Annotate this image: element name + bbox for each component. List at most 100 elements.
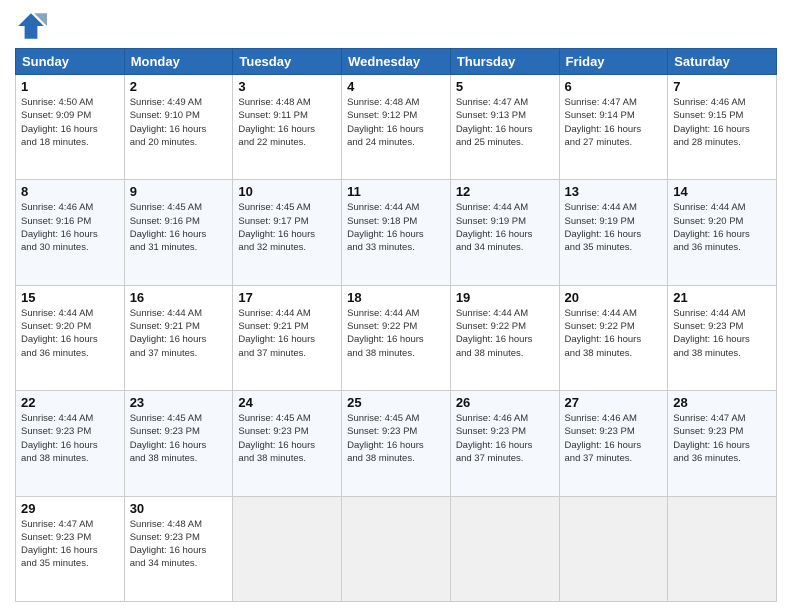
day-info: Sunrise: 4:44 AM Sunset: 9:21 PM Dayligh… (238, 307, 336, 360)
day-number: 20 (565, 290, 663, 305)
day-info: Sunrise: 4:44 AM Sunset: 9:22 PM Dayligh… (347, 307, 445, 360)
calendar-day-cell: 13 Sunrise: 4:44 AM Sunset: 9:19 PM Dayli… (559, 180, 668, 285)
calendar-day-cell (233, 496, 342, 601)
calendar-header-row: SundayMondayTuesdayWednesdayThursdayFrid… (16, 49, 777, 75)
day-info: Sunrise: 4:44 AM Sunset: 9:20 PM Dayligh… (21, 307, 119, 360)
calendar-day-header: Saturday (668, 49, 777, 75)
calendar-day-cell (559, 496, 668, 601)
day-number: 29 (21, 501, 119, 516)
day-number: 18 (347, 290, 445, 305)
day-info: Sunrise: 4:46 AM Sunset: 9:23 PM Dayligh… (565, 412, 663, 465)
day-number: 9 (130, 184, 228, 199)
day-info: Sunrise: 4:44 AM Sunset: 9:21 PM Dayligh… (130, 307, 228, 360)
calendar-day-cell: 7Sunrise: 4:46 AM Sunset: 9:15 PM Daylig… (668, 75, 777, 180)
calendar-day-cell: 15Sunrise: 4:44 AM Sunset: 9:20 PM Dayli… (16, 285, 125, 390)
page: SundayMondayTuesdayWednesdayThursdayFrid… (0, 0, 792, 612)
day-info: Sunrise: 4:47 AM Sunset: 9:23 PM Dayligh… (21, 518, 119, 571)
calendar-week-row: 22 Sunrise: 4:44 AM Sunset: 9:23 PM Dayli… (16, 391, 777, 496)
day-number: 2 (130, 79, 228, 94)
day-info: Sunrise: 4:44 AM Sunset: 9:19 PM Dayligh… (456, 201, 554, 254)
day-info: Sunrise: 4:44 AM Sunset: 9:22 PM Dayligh… (565, 307, 663, 360)
calendar-day-cell: 28 Sunrise: 4:47 AM Sunset: 9:23 PM Dayli… (668, 391, 777, 496)
calendar-day-header: Friday (559, 49, 668, 75)
calendar-day-cell: 26Sunrise: 4:46 AM Sunset: 9:23 PM Dayli… (450, 391, 559, 496)
calendar-day-cell: 12 Sunrise: 4:44 AM Sunset: 9:19 PM Dayli… (450, 180, 559, 285)
day-info: Sunrise: 4:45 AM Sunset: 9:23 PM Dayligh… (347, 412, 445, 465)
calendar-week-row: 8Sunrise: 4:46 AM Sunset: 9:16 PM Daylig… (16, 180, 777, 285)
day-number: 4 (347, 79, 445, 94)
day-number: 14 (673, 184, 771, 199)
day-number: 5 (456, 79, 554, 94)
day-number: 19 (456, 290, 554, 305)
header (15, 10, 777, 42)
day-number: 23 (130, 395, 228, 410)
calendar-day-header: Wednesday (342, 49, 451, 75)
calendar-day-cell: 21 Sunrise: 4:44 AM Sunset: 9:23 PM Dayli… (668, 285, 777, 390)
calendar-day-cell: 14 Sunrise: 4:44 AM Sunset: 9:20 PM Dayli… (668, 180, 777, 285)
day-info: Sunrise: 4:46 AM Sunset: 9:23 PM Dayligh… (456, 412, 554, 465)
day-info: Sunrise: 4:44 AM Sunset: 9:19 PM Dayligh… (565, 201, 663, 254)
day-number: 21 (673, 290, 771, 305)
day-number: 27 (565, 395, 663, 410)
day-info: Sunrise: 4:47 AM Sunset: 9:14 PM Dayligh… (565, 96, 663, 149)
day-info: Sunrise: 4:44 AM Sunset: 9:22 PM Dayligh… (456, 307, 554, 360)
day-number: 12 (456, 184, 554, 199)
calendar-day-header: Tuesday (233, 49, 342, 75)
calendar-day-cell: 24 Sunrise: 4:45 AM Sunset: 9:23 PM Dayli… (233, 391, 342, 496)
calendar-day-cell: 20 Sunrise: 4:44 AM Sunset: 9:22 PM Dayli… (559, 285, 668, 390)
day-info: Sunrise: 4:49 AM Sunset: 9:10 PM Dayligh… (130, 96, 228, 149)
day-number: 6 (565, 79, 663, 94)
day-number: 11 (347, 184, 445, 199)
calendar-day-cell: 8Sunrise: 4:46 AM Sunset: 9:16 PM Daylig… (16, 180, 125, 285)
day-info: Sunrise: 4:45 AM Sunset: 9:16 PM Dayligh… (130, 201, 228, 254)
day-info: Sunrise: 4:44 AM Sunset: 9:23 PM Dayligh… (673, 307, 771, 360)
calendar-day-cell: 6 Sunrise: 4:47 AM Sunset: 9:14 PM Daylig… (559, 75, 668, 180)
day-number: 24 (238, 395, 336, 410)
calendar-day-cell: 27 Sunrise: 4:46 AM Sunset: 9:23 PM Dayli… (559, 391, 668, 496)
calendar-day-cell: 10 Sunrise: 4:45 AM Sunset: 9:17 PM Dayli… (233, 180, 342, 285)
calendar-day-cell: 30 Sunrise: 4:48 AM Sunset: 9:23 PM Dayli… (124, 496, 233, 601)
calendar-day-cell (668, 496, 777, 601)
day-info: Sunrise: 4:44 AM Sunset: 9:23 PM Dayligh… (21, 412, 119, 465)
calendar-week-row: 1 Sunrise: 4:50 AM Sunset: 9:09 PM Daylig… (16, 75, 777, 180)
calendar-day-cell: 25Sunrise: 4:45 AM Sunset: 9:23 PM Dayli… (342, 391, 451, 496)
day-number: 1 (21, 79, 119, 94)
logo (15, 10, 51, 42)
calendar-day-cell: 18 Sunrise: 4:44 AM Sunset: 9:22 PM Dayli… (342, 285, 451, 390)
day-info: Sunrise: 4:50 AM Sunset: 9:09 PM Dayligh… (21, 96, 119, 149)
day-number: 22 (21, 395, 119, 410)
day-number: 16 (130, 290, 228, 305)
calendar-day-cell: 16 Sunrise: 4:44 AM Sunset: 9:21 PM Dayli… (124, 285, 233, 390)
calendar-day-cell: 23 Sunrise: 4:45 AM Sunset: 9:23 PM Dayli… (124, 391, 233, 496)
calendar-day-cell (450, 496, 559, 601)
day-number: 10 (238, 184, 336, 199)
day-info: Sunrise: 4:45 AM Sunset: 9:23 PM Dayligh… (238, 412, 336, 465)
calendar-day-header: Thursday (450, 49, 559, 75)
day-info: Sunrise: 4:45 AM Sunset: 9:23 PM Dayligh… (130, 412, 228, 465)
day-number: 30 (130, 501, 228, 516)
calendar-day-cell: 4Sunrise: 4:48 AM Sunset: 9:12 PM Daylig… (342, 75, 451, 180)
calendar-day-cell: 1 Sunrise: 4:50 AM Sunset: 9:09 PM Daylig… (16, 75, 125, 180)
day-info: Sunrise: 4:46 AM Sunset: 9:16 PM Dayligh… (21, 201, 119, 254)
day-info: Sunrise: 4:48 AM Sunset: 9:23 PM Dayligh… (130, 518, 228, 571)
calendar-day-header: Monday (124, 49, 233, 75)
day-info: Sunrise: 4:44 AM Sunset: 9:20 PM Dayligh… (673, 201, 771, 254)
calendar-week-row: 15Sunrise: 4:44 AM Sunset: 9:20 PM Dayli… (16, 285, 777, 390)
calendar-day-cell: 9 Sunrise: 4:45 AM Sunset: 9:16 PM Daylig… (124, 180, 233, 285)
calendar-day-cell (342, 496, 451, 601)
calendar-day-cell: 11 Sunrise: 4:44 AM Sunset: 9:18 PM Dayli… (342, 180, 451, 285)
calendar-day-cell: 5Sunrise: 4:47 AM Sunset: 9:13 PM Daylig… (450, 75, 559, 180)
day-info: Sunrise: 4:45 AM Sunset: 9:17 PM Dayligh… (238, 201, 336, 254)
calendar-day-header: Sunday (16, 49, 125, 75)
day-info: Sunrise: 4:47 AM Sunset: 9:23 PM Dayligh… (673, 412, 771, 465)
calendar-day-cell: 29 Sunrise: 4:47 AM Sunset: 9:23 PM Dayli… (16, 496, 125, 601)
day-number: 13 (565, 184, 663, 199)
day-info: Sunrise: 4:48 AM Sunset: 9:11 PM Dayligh… (238, 96, 336, 149)
day-number: 3 (238, 79, 336, 94)
day-number: 28 (673, 395, 771, 410)
calendar-day-cell: 3 Sunrise: 4:48 AM Sunset: 9:11 PM Daylig… (233, 75, 342, 180)
day-info: Sunrise: 4:44 AM Sunset: 9:18 PM Dayligh… (347, 201, 445, 254)
calendar-week-row: 29 Sunrise: 4:47 AM Sunset: 9:23 PM Dayli… (16, 496, 777, 601)
day-number: 7 (673, 79, 771, 94)
calendar-table: SundayMondayTuesdayWednesdayThursdayFrid… (15, 48, 777, 602)
